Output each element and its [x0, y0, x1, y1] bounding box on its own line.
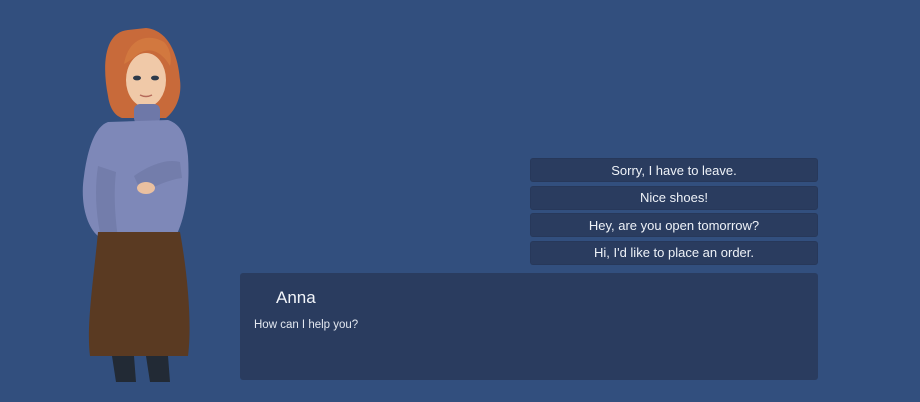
choice-button-place-order[interactable]: Hi, I'd like to place an order.: [530, 240, 818, 265]
dialogue-box[interactable]: Anna How can I help you?: [240, 273, 818, 380]
choice-button-leave[interactable]: Sorry, I have to leave.: [530, 158, 818, 182]
choice-button-open-tomorrow[interactable]: Hey, are you open tomorrow?: [530, 213, 818, 237]
dialogue-text: How can I help you?: [254, 319, 359, 331]
choice-button-nice-shoes[interactable]: Nice shoes!: [530, 185, 818, 210]
character-portrait: [76, 26, 202, 382]
speaker-name: Anna: [276, 288, 316, 307]
dialogue-choices: Sorry, I have to leave. Nice shoes! Hey,…: [530, 158, 818, 268]
